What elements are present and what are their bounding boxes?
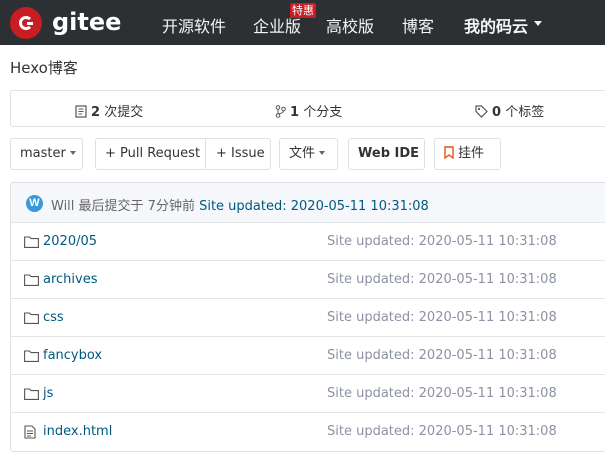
files-label: 文件: [289, 146, 316, 161]
avatar[interactable]: W: [26, 195, 43, 212]
web-ide-button[interactable]: Web IDE: [348, 138, 425, 170]
file-tree: W Will 最后提交于 7分钟前 Site updated: 2020-05-…: [10, 182, 605, 452]
chevron-down-icon[interactable]: [534, 21, 542, 26]
file-name-link[interactable]: css: [43, 310, 64, 325]
widget-button[interactable]: 挂件: [434, 138, 501, 170]
commits-count: 2: [91, 105, 101, 120]
tags-label: 个标签: [505, 105, 545, 120]
chevron-down-icon: [69, 151, 76, 155]
widget-label: 挂件: [458, 146, 485, 161]
promo-badge: 特惠: [290, 3, 316, 18]
file-icon: [24, 425, 36, 444]
file-commit-message[interactable]: Site updated: 2020-05-11 10:31:08: [327, 234, 557, 249]
nav-open-source[interactable]: 开源软件: [162, 13, 226, 37]
file-name-link[interactable]: js: [43, 386, 53, 401]
top-navbar: gitee 开源软件 企业版 特惠 高校版 博客 我的码云: [0, 0, 605, 45]
tags-stat[interactable]: 0 个标签: [475, 101, 544, 122]
nav-my-gitee[interactable]: 我的码云: [464, 13, 528, 37]
pull-request-button[interactable]: + Pull Request: [96, 139, 206, 169]
commit-author[interactable]: Will: [51, 199, 74, 214]
pr-issue-button-group: + Pull Request + Issue: [95, 138, 271, 170]
chevron-down-icon: [319, 151, 326, 155]
latest-commit-row: W Will 最后提交于 7分钟前 Site updated: 2020-05-…: [11, 183, 605, 223]
repo-stats-bar: 2 次提交 1 个分支 0 个标签: [10, 90, 605, 127]
file-commit-message[interactable]: Site updated: 2020-05-11 10:31:08: [327, 424, 557, 439]
nav-education[interactable]: 高校版: [326, 13, 374, 37]
branch-select-button[interactable]: master: [10, 138, 83, 170]
bookmark-icon: [444, 141, 454, 171]
branches-label: 个分支: [303, 105, 343, 120]
table-row: 2020/05 Site updated: 2020-05-11 10:31:0…: [11, 223, 605, 261]
file-commit-message[interactable]: Site updated: 2020-05-11 10:31:08: [327, 386, 557, 401]
tags-count: 0: [492, 105, 502, 120]
branch-icon: [275, 105, 286, 122]
nav-blog[interactable]: 博客: [402, 13, 434, 37]
commit-message[interactable]: Site updated: 2020-05-11 10:31:08: [199, 199, 429, 214]
file-name-link[interactable]: archives: [43, 272, 98, 287]
branches-count: 1: [290, 105, 300, 120]
commits-label: 次提交: [104, 105, 144, 120]
table-row: fancybox Site updated: 2020-05-11 10:31:…: [11, 337, 605, 375]
repo-title[interactable]: Hexo博客: [10, 57, 78, 78]
latest-commit-info: Will 最后提交于 7分钟前 Site updated: 2020-05-11…: [51, 195, 429, 214]
branches-stat[interactable]: 1 个分支: [275, 101, 342, 122]
file-commit-message[interactable]: Site updated: 2020-05-11 10:31:08: [327, 348, 557, 363]
commits-stat[interactable]: 2 次提交: [75, 101, 143, 122]
folder-icon: [24, 273, 39, 291]
brand-name[interactable]: gitee: [52, 8, 121, 36]
commit-log-icon: [75, 105, 87, 122]
file-commit-message[interactable]: Site updated: 2020-05-11 10:31:08: [327, 272, 557, 287]
branch-select-label: master: [20, 146, 66, 161]
file-name-link[interactable]: fancybox: [43, 348, 102, 363]
folder-icon: [24, 349, 39, 367]
gitee-logo-icon[interactable]: [10, 7, 42, 39]
commit-time: 最后提交于 7分钟前: [78, 199, 195, 214]
table-row: index.html Site updated: 2020-05-11 10:3…: [11, 413, 605, 451]
table-row: archives Site updated: 2020-05-11 10:31:…: [11, 261, 605, 299]
folder-icon: [24, 387, 39, 405]
file-name-link[interactable]: 2020/05: [43, 234, 97, 249]
file-commit-message[interactable]: Site updated: 2020-05-11 10:31:08: [327, 310, 557, 325]
folder-icon: [24, 311, 39, 329]
issue-button[interactable]: + Issue: [206, 139, 270, 169]
folder-icon: [24, 235, 39, 253]
table-row: css Site updated: 2020-05-11 10:31:08: [11, 299, 605, 337]
tag-icon: [475, 105, 488, 122]
table-row: js Site updated: 2020-05-11 10:31:08: [11, 375, 605, 413]
file-name-link[interactable]: index.html: [43, 424, 112, 439]
files-dropdown-button[interactable]: 文件: [279, 138, 338, 170]
